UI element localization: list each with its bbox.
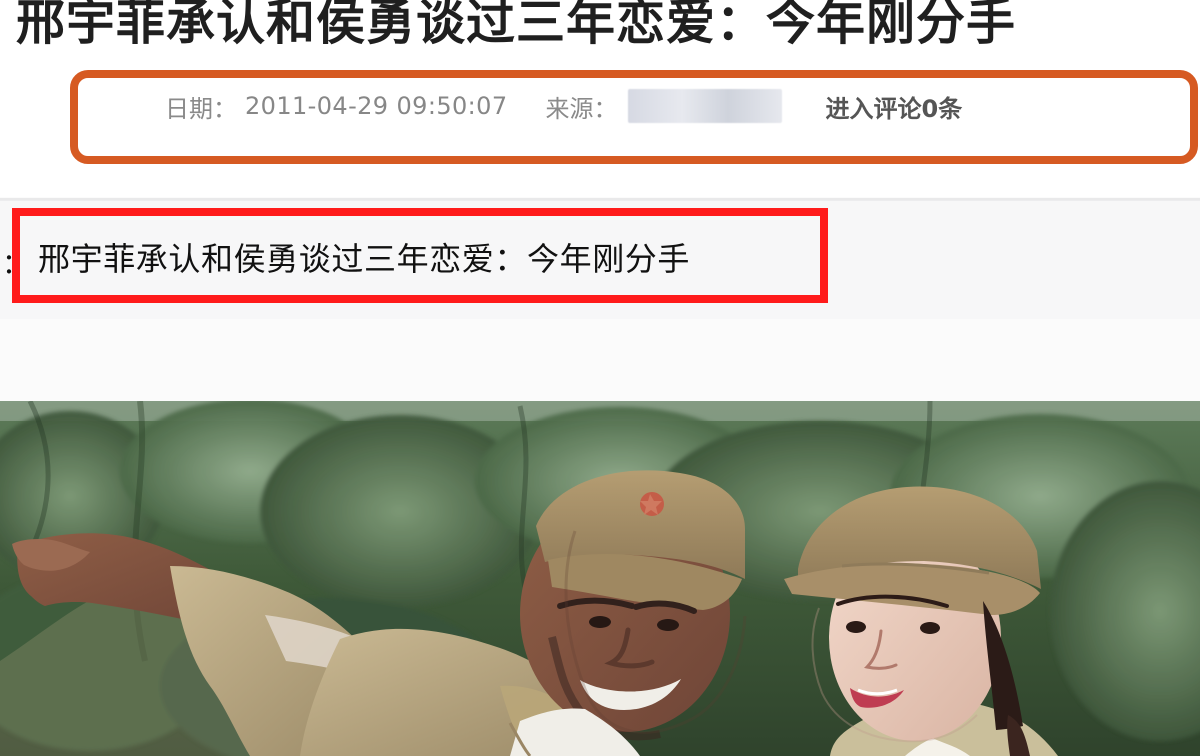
- date-value: 2011-04-29 09:50:07: [245, 92, 508, 120]
- article-meta-row: 日期： 2011-04-29 09:50:07 来源： 进入评论0条: [165, 89, 1065, 124]
- blank-space: [0, 319, 1200, 401]
- screenshot-page: 邢宇菲承认和侯勇谈过三年恋爱：今年刚分手 日期： 2011-04-29 09:5…: [0, 0, 1200, 756]
- headline-bar: 邢宇菲承认和侯勇谈过三年恋爱：今年刚分手: [0, 0, 1200, 60]
- article-title: 邢宇菲承认和侯勇谈过三年恋爱：今年刚分手: [38, 240, 691, 278]
- source-label: 来源：: [545, 94, 618, 123]
- page-title: 邢宇菲承认和侯勇谈过三年恋爱：今年刚分手: [16, 0, 1017, 51]
- date-label: 日期：: [165, 94, 237, 123]
- redacted-source: [627, 89, 782, 123]
- photo-illustration: [0, 401, 1200, 756]
- comments-link[interactable]: 进入评论0条: [826, 89, 963, 124]
- article-photo: [0, 401, 1200, 756]
